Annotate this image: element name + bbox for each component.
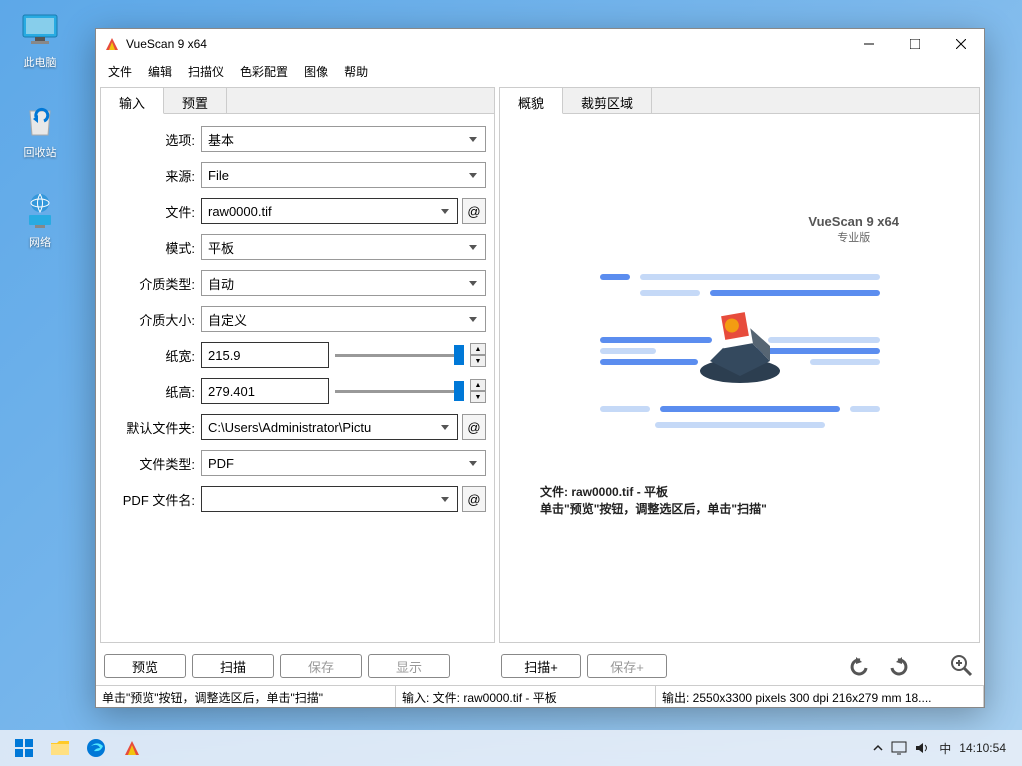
tab-crop[interactable]: 裁剪区域 bbox=[563, 88, 652, 114]
media-type-label: 介质类型: bbox=[109, 274, 201, 293]
paper-width-up[interactable]: ▲ bbox=[470, 343, 486, 355]
brand-title: VueScan 9 x64 bbox=[808, 214, 899, 229]
mode-combo[interactable]: 平板 bbox=[201, 234, 486, 260]
close-button[interactable] bbox=[938, 29, 984, 59]
file-type-label: 文件类型: bbox=[109, 454, 201, 473]
scan-button[interactable]: 扫描 bbox=[192, 654, 274, 678]
menu-image[interactable]: 图像 bbox=[296, 60, 336, 83]
tab-input[interactable]: 输入 bbox=[101, 88, 164, 114]
desktop-icon-label: 此电脑 bbox=[10, 54, 70, 70]
input-panel: 输入 预置 选项:基本 来源:File 文件:raw0000.tif@ 模式:平… bbox=[100, 87, 495, 643]
paper-width-slider[interactable] bbox=[335, 342, 464, 368]
taskbar-edge[interactable] bbox=[80, 732, 112, 764]
paper-height-input[interactable] bbox=[201, 378, 329, 404]
paper-height-label: 纸高: bbox=[109, 382, 201, 401]
file-type-combo[interactable]: PDF bbox=[201, 450, 486, 476]
menu-scanner[interactable]: 扫描仪 bbox=[180, 60, 232, 83]
tray-desktop-icon[interactable] bbox=[891, 741, 907, 755]
app-window: VueScan 9 x64 文件 编辑 扫描仪 色彩配置 图像 帮助 输入 预置… bbox=[95, 28, 985, 708]
menu-help[interactable]: 帮助 bbox=[336, 60, 376, 83]
options-label: 选项: bbox=[109, 130, 201, 149]
menu-bar: 文件 编辑 扫描仪 色彩配置 图像 帮助 bbox=[96, 59, 984, 83]
scan-plus-button[interactable]: 扫描+ bbox=[501, 654, 581, 678]
status-seg-2: 输入: 文件: raw0000.tif - 平板 bbox=[396, 686, 656, 707]
redo-button[interactable] bbox=[882, 651, 918, 681]
mode-label: 模式: bbox=[109, 238, 201, 257]
brand-subtitle: 专业版 bbox=[808, 229, 899, 245]
app-icon bbox=[104, 36, 120, 52]
status-seg-1: 单击"预览"按钮，调整选区后，单击"扫描" bbox=[96, 686, 396, 707]
media-size-label: 介质大小: bbox=[109, 310, 201, 329]
tab-preset[interactable]: 预置 bbox=[164, 88, 227, 114]
desktop-icon-recycle-bin[interactable]: 回收站 bbox=[10, 100, 70, 160]
menu-color[interactable]: 色彩配置 bbox=[232, 60, 296, 83]
source-label: 来源: bbox=[109, 166, 201, 185]
save-plus-button[interactable]: 保存+ bbox=[587, 654, 667, 678]
taskbar-explorer[interactable] bbox=[44, 732, 76, 764]
preview-hint-1: 文件: raw0000.tif - 平板 bbox=[540, 483, 979, 500]
file-combo[interactable]: raw0000.tif bbox=[201, 198, 458, 224]
options-combo[interactable]: 基本 bbox=[201, 126, 486, 152]
desktop-icon-network[interactable]: 网络 bbox=[10, 190, 70, 250]
start-button[interactable] bbox=[8, 732, 40, 764]
preview-hint-2: 单击"预览"按钮，调整选区后，单击"扫描" bbox=[540, 500, 979, 517]
tab-overview[interactable]: 概貌 bbox=[500, 88, 563, 114]
default-folder-label: 默认文件夹: bbox=[109, 418, 201, 437]
paper-height-slider[interactable] bbox=[335, 378, 464, 404]
status-bar: 单击"预览"按钮，调整选区后，单击"扫描" 输入: 文件: raw0000.ti… bbox=[96, 685, 984, 707]
media-type-combo[interactable]: 自动 bbox=[201, 270, 486, 296]
pdf-name-combo[interactable] bbox=[201, 486, 458, 512]
undo-button[interactable] bbox=[840, 651, 876, 681]
window-title: VueScan 9 x64 bbox=[126, 37, 846, 51]
default-folder-combo[interactable]: C:\Users\Administrator\Pictu bbox=[201, 414, 458, 440]
file-label: 文件: bbox=[109, 202, 201, 221]
media-size-combo[interactable]: 自定义 bbox=[201, 306, 486, 332]
preview-panel: 概貌 裁剪区域 VueScan 9 x64 专业版 bbox=[499, 87, 980, 643]
pdf-name-label: PDF 文件名: bbox=[109, 490, 201, 509]
tray-ime[interactable]: 中 bbox=[939, 740, 951, 757]
network-icon bbox=[20, 190, 60, 230]
status-seg-3: 输出: 2550x3300 pixels 300 dpi 216x279 mm … bbox=[656, 686, 984, 707]
menu-file[interactable]: 文件 bbox=[100, 60, 140, 83]
paper-height-down[interactable]: ▼ bbox=[470, 391, 486, 403]
desktop-icon-label: 回收站 bbox=[10, 144, 70, 160]
desktop-icon-this-pc[interactable]: 此电脑 bbox=[10, 10, 70, 70]
zoom-in-button[interactable] bbox=[944, 651, 980, 681]
file-browse-button[interactable]: @ bbox=[462, 198, 486, 224]
tray-chevron-icon[interactable] bbox=[873, 743, 883, 753]
desktop-icon-label: 网络 bbox=[10, 234, 70, 250]
paper-width-input[interactable] bbox=[201, 342, 329, 368]
pdf-name-browse-button[interactable]: @ bbox=[462, 486, 486, 512]
taskbar[interactable]: 中 14:10:54 bbox=[0, 730, 1022, 766]
recycle-bin-icon bbox=[20, 100, 60, 140]
source-combo[interactable]: File bbox=[201, 162, 486, 188]
show-button[interactable]: 显示 bbox=[368, 654, 450, 678]
tray-clock[interactable]: 14:10:54 bbox=[959, 741, 1006, 755]
save-button[interactable]: 保存 bbox=[280, 654, 362, 678]
maximize-button[interactable] bbox=[892, 29, 938, 59]
menu-edit[interactable]: 编辑 bbox=[140, 60, 180, 83]
brand-block: VueScan 9 x64 专业版 bbox=[808, 214, 899, 245]
minimize-button[interactable] bbox=[846, 29, 892, 59]
preview-button[interactable]: 预览 bbox=[104, 654, 186, 678]
folder-browse-button[interactable]: @ bbox=[462, 414, 486, 440]
scanner-illustration bbox=[600, 269, 880, 433]
tray-volume-icon[interactable] bbox=[915, 741, 931, 755]
taskbar-vuescan[interactable] bbox=[116, 732, 148, 764]
scanner-icon bbox=[690, 301, 790, 391]
monitor-icon bbox=[20, 10, 60, 50]
titlebar[interactable]: VueScan 9 x64 bbox=[96, 29, 984, 59]
paper-height-up[interactable]: ▲ bbox=[470, 379, 486, 391]
paper-width-down[interactable]: ▼ bbox=[470, 355, 486, 367]
paper-width-label: 纸宽: bbox=[109, 346, 201, 365]
